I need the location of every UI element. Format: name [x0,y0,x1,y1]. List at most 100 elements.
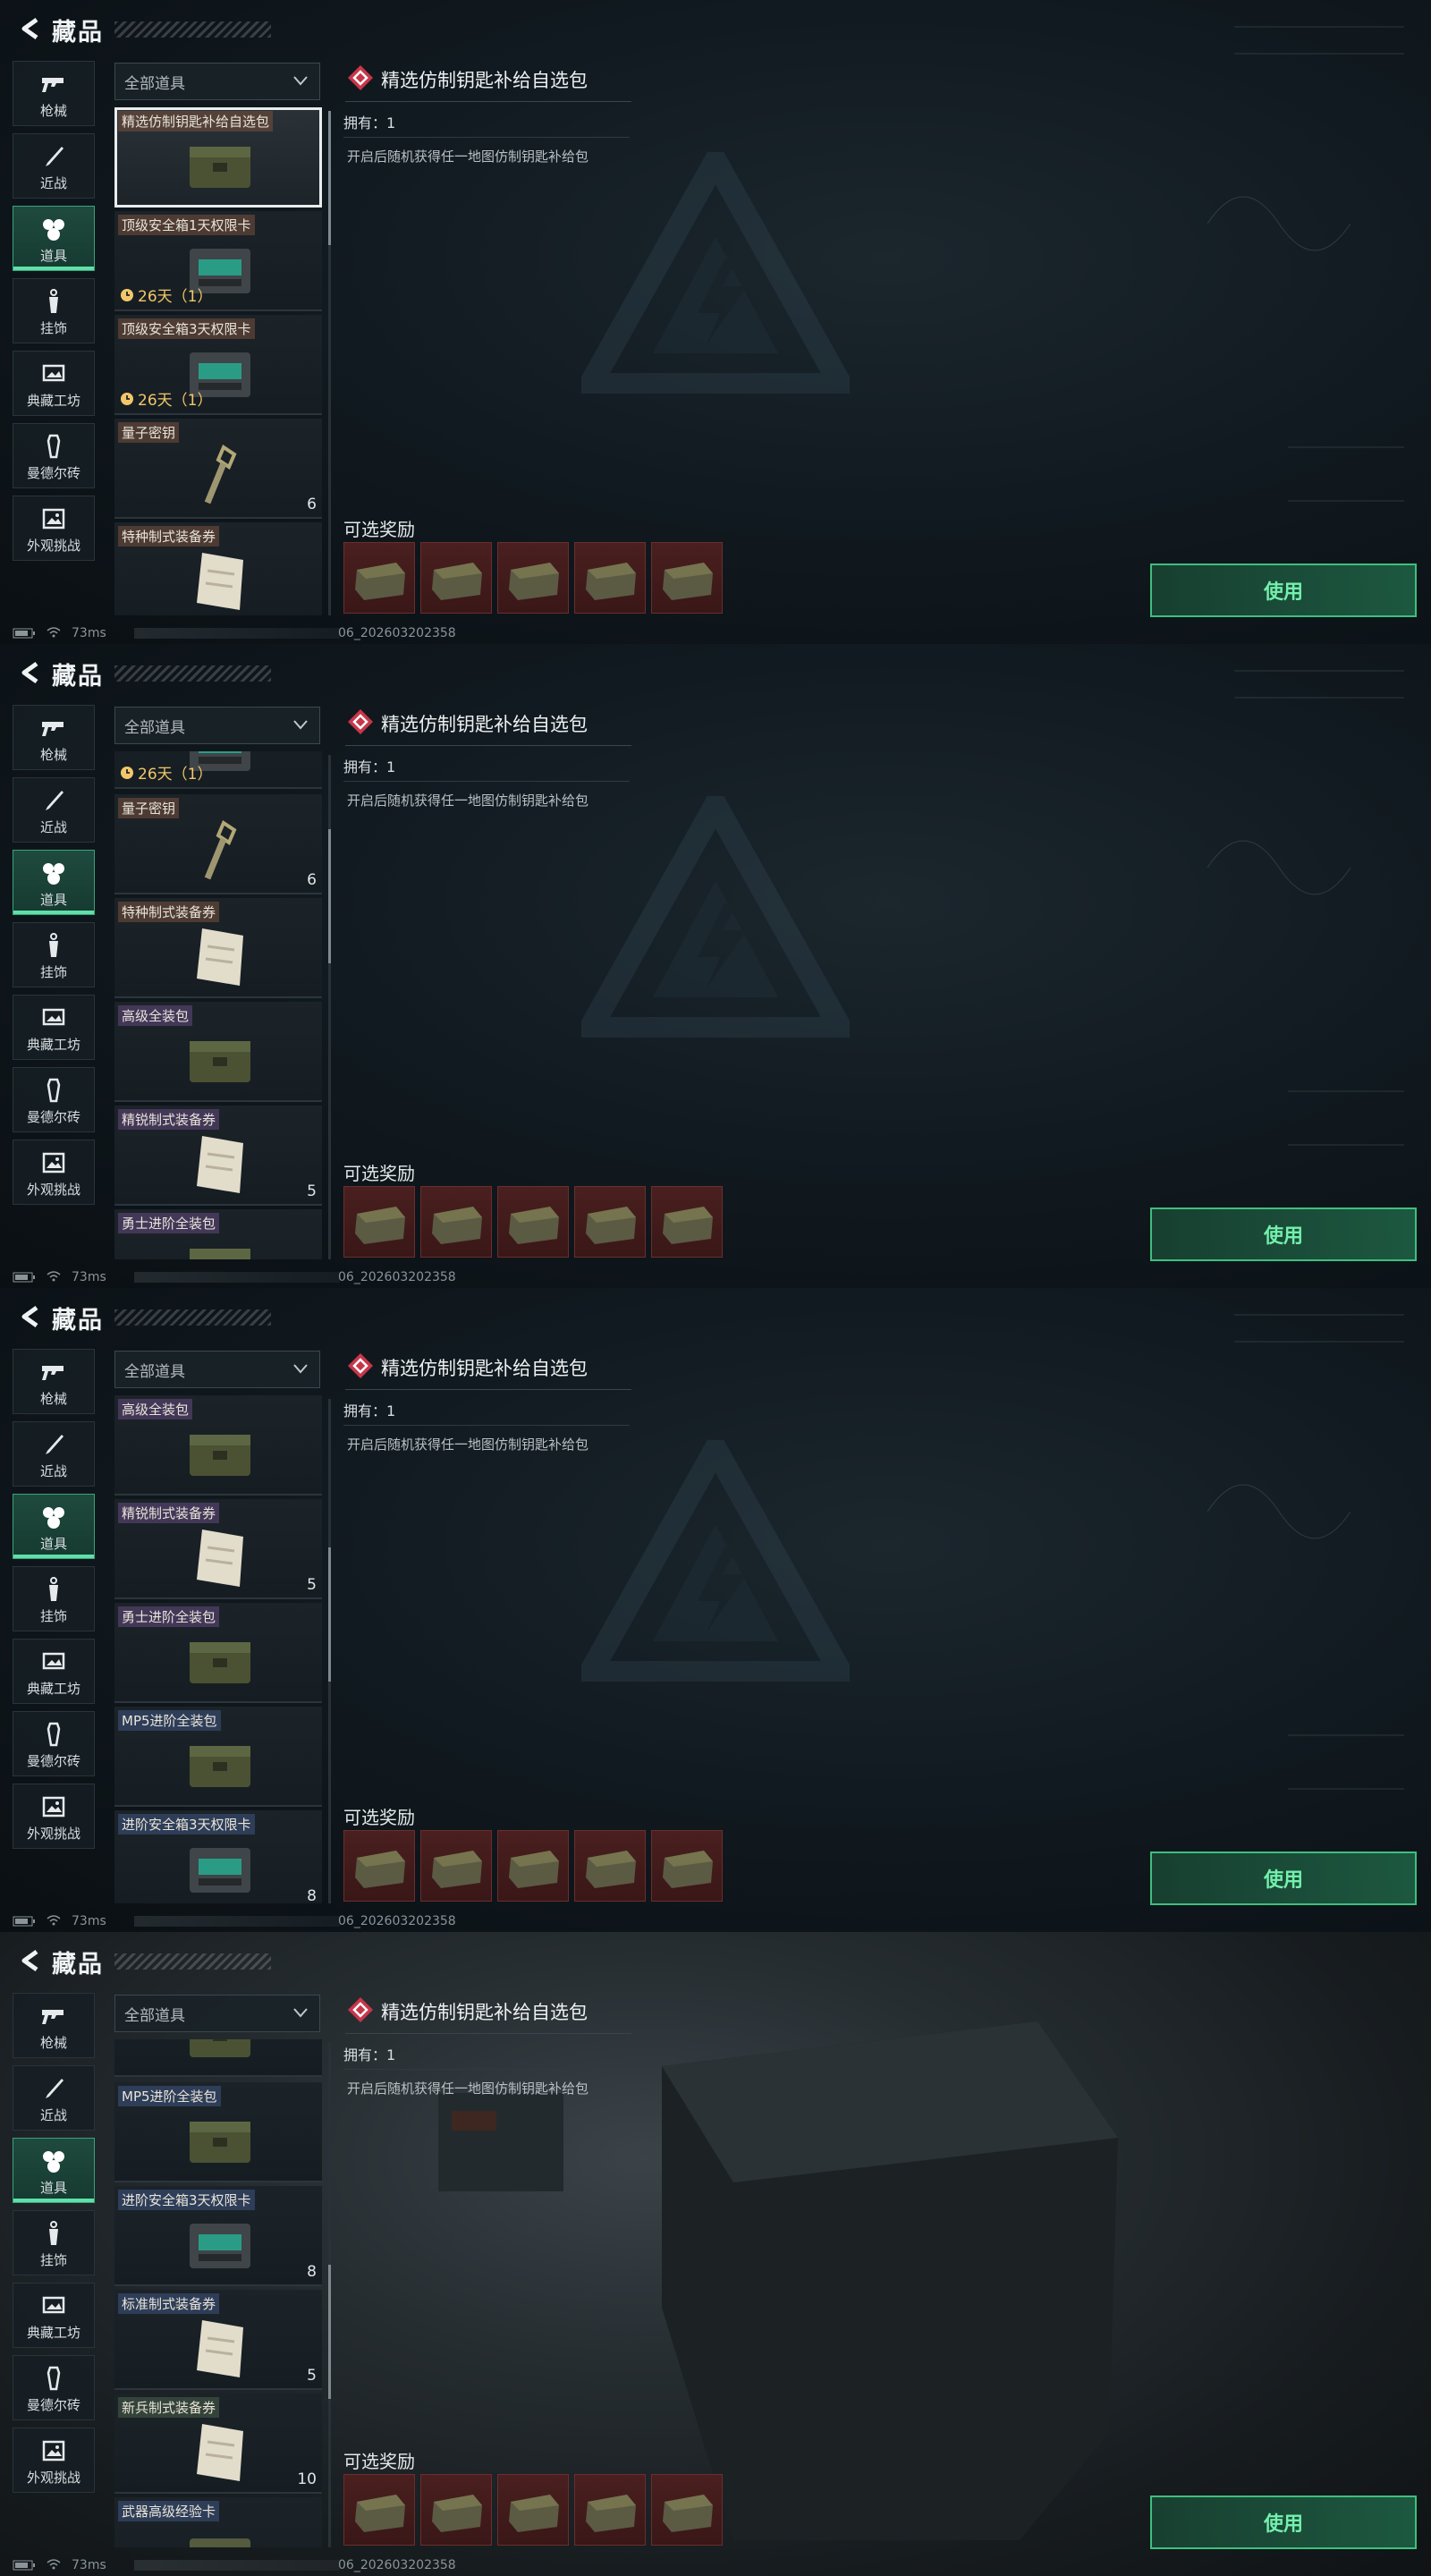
reward-slot[interactable] [651,2474,723,2546]
back-button[interactable] [13,655,48,691]
use-button[interactable]: 使用 [1150,1208,1417,1261]
sidebar-item[interactable]: 挂饰 [13,278,95,343]
use-button[interactable]: 使用 [1150,564,1417,617]
sidebar-item[interactable]: 外观挑战 [13,2428,95,2493]
sidebar-item[interactable]: 典藏工坊 [13,995,95,1060]
sidebar-item[interactable]: 典藏工坊 [13,351,95,416]
sidebar-item[interactable]: 典藏工坊 [13,2283,95,2348]
reward-slot[interactable] [343,1186,415,1258]
reward-slot[interactable] [420,542,492,614]
item-card[interactable]: 26天（1） [114,751,322,789]
sidebar-item[interactable]: 挂饰 [13,2210,95,2275]
item-list[interactable]: MP5进阶全装包 进阶安全箱3天权限卡 8 标准制式装备券 5 新兵制式装备券 10 武器高级… [114,2039,322,2547]
scrollbar-thumb[interactable] [328,1546,331,1682]
sidebar-item[interactable]: 近战 [13,777,95,843]
item-card[interactable]: 特种制式装备券 [114,522,322,615]
item-card[interactable]: 进阶安全箱3天权限卡 8 [114,2186,322,2286]
filter-dropdown[interactable]: 全部道具 [114,707,320,744]
reward-slot[interactable] [574,1186,646,1258]
use-button[interactable]: 使用 [1150,1852,1417,1905]
back-button[interactable] [13,11,48,47]
reward-slot[interactable] [651,1186,723,1258]
reward-slot[interactable] [574,2474,646,2546]
reward-slot[interactable] [343,2474,415,2546]
reward-slot[interactable] [420,2474,492,2546]
item-card[interactable]: MP5进阶全装包 [114,1707,322,1807]
wifi-icon [47,627,61,638]
filter-dropdown[interactable]: 全部道具 [114,1351,320,1388]
sidebar-item[interactable]: 曼德尔砖 [13,1067,95,1132]
sidebar-item[interactable]: 道具 [13,206,95,271]
item-card[interactable]: 顶级安全箱3天权限卡 26天（1） [114,315,322,415]
supply-crate-icon [663,563,713,600]
category-sidebar: 枪械近战道具挂饰典藏工坊曼德尔砖外观挑战 [13,1993,95,2500]
item-list[interactable]: 高级全装包 精锐制式装备券 5 勇士进阶全装包 MP5进阶全装包 进阶安全箱3天权限卡 8 [114,1395,322,1903]
item-card[interactable]: 高级全装包 [114,1395,322,1496]
sidebar-item[interactable]: 道具 [13,2138,95,2203]
item-name: 勇士进阶全装包 [118,1213,220,1233]
filter-dropdown[interactable]: 全部道具 [114,1995,320,2032]
sidebar-item[interactable]: 外观挑战 [13,1140,95,1205]
sidebar-item[interactable]: 外观挑战 [13,1784,95,1849]
reward-slot[interactable] [420,1830,492,1902]
back-button[interactable] [13,1299,48,1335]
item-card[interactable]: 勇士进阶全装包 [114,1209,322,1259]
reward-slot[interactable] [574,542,646,614]
sidebar-item[interactable]: 曼德尔砖 [13,423,95,488]
back-button[interactable] [13,1943,48,1979]
sidebar-item[interactable]: 近战 [13,2065,95,2131]
reward-slot[interactable] [343,1830,415,1902]
sidebar-item[interactable]: 枪械 [13,1349,95,1414]
sidebar-item[interactable]: 道具 [13,1494,95,1559]
sidebar-item[interactable]: 典藏工坊 [13,1639,95,1704]
sidebar-item[interactable]: 枪械 [13,1993,95,2058]
item-card[interactable] [114,2039,322,2077]
item-card[interactable]: 精锐制式装备券 5 [114,1106,322,1206]
item-card[interactable]: 量子密钥 6 [114,419,322,519]
supply-crate-icon [509,2495,559,2532]
reward-slot[interactable] [651,542,723,614]
sidebar-item-label: 挂饰 [39,964,67,980]
item-card[interactable]: 进阶安全箱3天权限卡 8 [114,1810,322,1903]
sidebar-item[interactable]: 枪械 [13,61,95,126]
item-card[interactable]: MP5进阶全装包 [114,2082,322,2182]
reward-slot[interactable] [574,1830,646,1902]
item-card[interactable]: 勇士进阶全装包 [114,1603,322,1703]
sidebar-item[interactable]: 曼德尔砖 [13,1711,95,1776]
sidebar-item[interactable]: 近战 [13,1421,95,1487]
triangle-logo-icon [581,796,850,1038]
item-card[interactable]: 精锐制式装备券 5 [114,1499,322,1599]
item-card[interactable]: 标准制式装备券 5 [114,2290,322,2390]
sidebar-item[interactable]: 挂饰 [13,922,95,987]
sidebar-item[interactable]: 道具 [13,850,95,915]
reward-slot[interactable] [651,1830,723,1902]
item-card[interactable]: 新兵制式装备券 10 [114,2394,322,2494]
sidebar-item[interactable]: 挂饰 [13,1566,95,1631]
sidebar-item[interactable]: 枪械 [13,705,95,770]
supply-crate-icon [355,2495,405,2532]
sidebar-item[interactable]: 曼德尔砖 [13,2355,95,2420]
reward-slot[interactable] [497,1186,569,1258]
item-card[interactable]: 武器高级经验卡 [114,2497,322,2547]
sidebar-item[interactable]: 近战 [13,133,95,199]
item-card[interactable]: 量子密钥 6 [114,794,322,894]
item-list[interactable]: 26天（1） 量子密钥 6 特种制式装备券 高级全装包 精锐制式装备券 5 勇士进阶全装包 [114,751,322,1259]
scrollbar-thumb[interactable] [328,2265,331,2400]
owned-label: 拥有： [343,114,387,131]
scrollbar-thumb[interactable] [328,111,331,245]
scrollbar-thumb[interactable] [328,828,331,963]
back-arrow-icon [21,661,38,684]
sidebar-item[interactable]: 外观挑战 [13,496,95,561]
reward-slot[interactable] [497,1830,569,1902]
use-button[interactable]: 使用 [1150,2496,1417,2549]
item-card[interactable]: 高级全装包 [114,1002,322,1102]
item-card[interactable]: 特种制式装备券 [114,898,322,998]
item-card[interactable]: 精选仿制钥匙补给自选包 [114,107,322,208]
item-list[interactable]: 精选仿制钥匙补给自选包 顶级安全箱1天权限卡 26天（1） 顶级安全箱3天权限卡 26天… [114,107,322,615]
reward-slot[interactable] [343,542,415,614]
filter-dropdown[interactable]: 全部道具 [114,63,320,100]
item-card[interactable]: 顶级安全箱1天权限卡 26天（1） [114,211,322,311]
reward-slot[interactable] [497,542,569,614]
reward-slot[interactable] [420,1186,492,1258]
reward-slot[interactable] [497,2474,569,2546]
